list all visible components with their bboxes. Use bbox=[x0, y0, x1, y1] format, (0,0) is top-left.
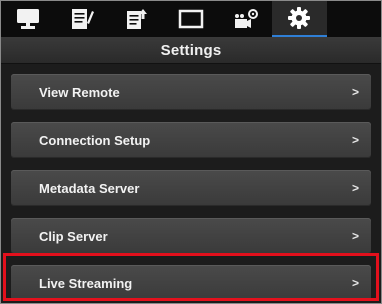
document-pencil-icon bbox=[72, 9, 95, 29]
camera-settings-icon bbox=[235, 9, 259, 28]
menu-item-label: Connection Setup bbox=[39, 132, 151, 148]
gear-icon bbox=[288, 7, 311, 29]
monitor-icon bbox=[17, 9, 40, 29]
tab-monitor[interactable] bbox=[1, 1, 55, 37]
chevron-right-icon: > bbox=[351, 229, 359, 243]
settings-menu: View Remote > Connection Setup > Metadat… bbox=[1, 64, 381, 303]
menu-item-label: View Remote bbox=[39, 84, 120, 100]
menu-item-metadata-server[interactable]: Metadata Server > bbox=[11, 170, 371, 206]
menu-item-live-streaming[interactable]: Live Streaming > bbox=[11, 265, 371, 301]
tab-bar bbox=[1, 1, 381, 37]
menu-item-label: Metadata Server bbox=[39, 180, 140, 196]
page-header: Settings bbox=[1, 37, 381, 64]
menu-item-label: Clip Server bbox=[39, 228, 108, 244]
menu-item-view-remote[interactable]: View Remote > bbox=[11, 74, 371, 110]
menu-item-connection-setup[interactable]: Connection Setup > bbox=[11, 122, 371, 158]
chevron-right-icon: > bbox=[351, 85, 359, 99]
document-export-icon bbox=[126, 9, 147, 29]
page-title: Settings bbox=[160, 41, 222, 59]
menu-item-clip-server[interactable]: Clip Server > bbox=[11, 218, 371, 254]
chevron-right-icon: > bbox=[351, 276, 359, 290]
tab-camera-settings[interactable] bbox=[218, 1, 272, 37]
tab-edit-document[interactable] bbox=[55, 1, 109, 37]
tab-frame[interactable] bbox=[164, 1, 218, 37]
tab-export-document[interactable] bbox=[110, 1, 164, 37]
tab-settings[interactable] bbox=[272, 1, 327, 37]
chevron-right-icon: > bbox=[351, 133, 359, 147]
chevron-right-icon: > bbox=[351, 181, 359, 195]
settings-screen: Settings View Remote > Connection Setup … bbox=[0, 0, 382, 304]
rectangle-frame-icon bbox=[178, 9, 204, 29]
menu-item-label: Live Streaming bbox=[39, 275, 133, 291]
